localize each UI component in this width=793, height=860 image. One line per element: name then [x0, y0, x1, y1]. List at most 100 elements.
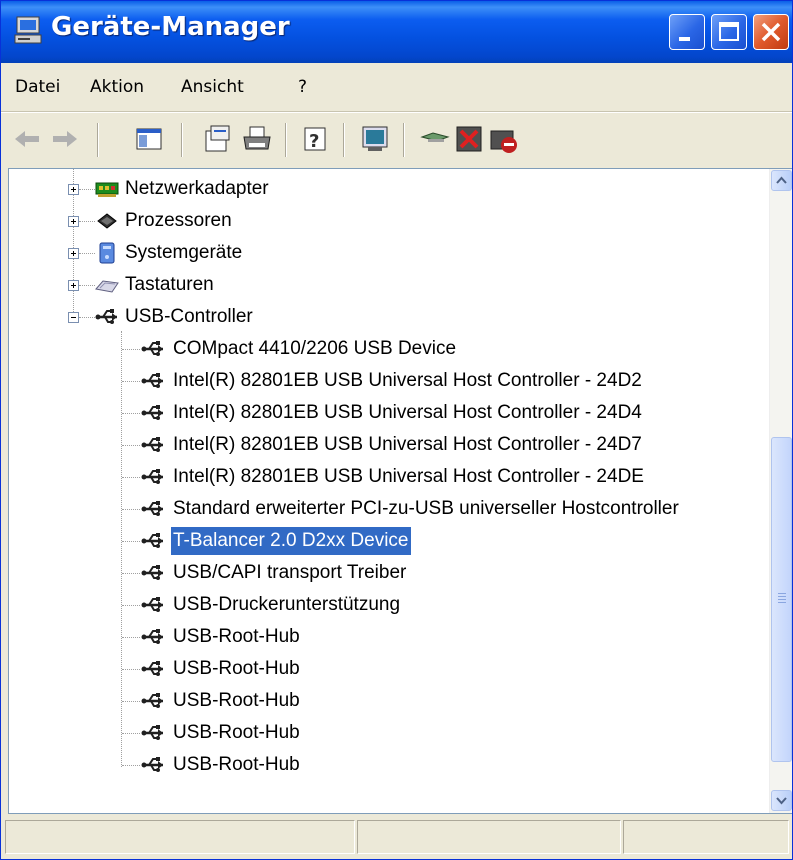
tree-device-label: USB-Druckerunterstützung	[173, 594, 401, 615]
tree-category-label: Tastaturen	[125, 274, 214, 295]
tree-category-prozessoren[interactable]: Prozessoren	[9, 207, 749, 235]
tree-category-label: Prozessoren	[125, 210, 232, 231]
maximize-icon	[719, 22, 739, 41]
status-pane	[623, 820, 789, 854]
tree-device-label: USB-Root-Hub	[173, 722, 300, 743]
toolbar-separator	[97, 123, 99, 157]
usb-icon	[141, 433, 165, 457]
status-pane	[5, 820, 355, 854]
menu-ansicht[interactable]: Ansicht	[181, 77, 244, 97]
scan-hardware-icon[interactable]	[419, 123, 451, 155]
maximize-button[interactable]	[711, 14, 747, 50]
properties-icon[interactable]	[201, 123, 233, 155]
help-icon[interactable]: ?	[299, 123, 331, 155]
minimize-button[interactable]	[669, 14, 705, 50]
usb-icon	[141, 593, 165, 617]
uninstall-icon[interactable]	[453, 123, 485, 155]
keyboard-icon	[95, 273, 119, 297]
expand-toggle-icon[interactable]	[68, 248, 79, 259]
close-icon	[761, 22, 781, 42]
system-devices-icon	[95, 241, 119, 265]
tree-device-label: T-Balancer 2.0 D2xx Device	[171, 527, 411, 555]
tree-device-item[interactable]: USB-Root-Hub	[9, 623, 769, 651]
usb-icon	[141, 625, 165, 649]
toolbar-separator	[181, 123, 183, 157]
tree-device-item[interactable]: Intel(R) 82801EB USB Universal Host Cont…	[9, 463, 769, 491]
tree-category-systemger-te[interactable]: Systemgeräte	[9, 239, 749, 267]
toolbar-separator	[403, 123, 405, 157]
tree-device-label: Intel(R) 82801EB USB Universal Host Cont…	[173, 370, 642, 391]
tree-device-item[interactable]: Intel(R) 82801EB USB Universal Host Cont…	[9, 431, 769, 459]
tree-device-label: USB-Root-Hub	[173, 658, 300, 679]
toolbar-separator	[343, 123, 345, 157]
tree-category-label: Systemgeräte	[125, 242, 243, 263]
network-card-icon	[95, 177, 119, 201]
tree-device-item[interactable]: USB/CAPI transport Treiber	[9, 559, 769, 587]
tree-device-item[interactable]: Intel(R) 82801EB USB Universal Host Cont…	[9, 367, 769, 395]
tree-device-label: COMpact 4410/2206 USB Device	[173, 338, 457, 359]
tree-category-netzwerkadapter[interactable]: Netzwerkadapter	[9, 175, 749, 203]
menu-aktion[interactable]: Aktion	[90, 77, 144, 97]
scroll-down-button[interactable]	[771, 790, 792, 811]
back-arrow-icon[interactable]	[11, 123, 43, 155]
svg-text:?: ?	[309, 131, 319, 152]
usb-icon	[141, 497, 165, 521]
tree-device-item[interactable]: Standard erweiterter PCI-zu-USB universe…	[9, 495, 769, 523]
vertical-scrollbar[interactable]	[769, 169, 792, 813]
tree-device-item[interactable]: COMpact 4410/2206 USB Device	[9, 335, 769, 363]
usb-icon	[141, 689, 165, 713]
scroll-thumb[interactable]	[771, 437, 792, 762]
disable-device-icon[interactable]	[487, 123, 519, 155]
usb-icon	[141, 337, 165, 361]
tree-device-item[interactable]: USB-Root-Hub	[9, 655, 769, 683]
menu-bar: Datei Aktion Ansicht ?	[1, 63, 792, 112]
menu-datei[interactable]: Datei	[15, 77, 60, 97]
expand-toggle-icon[interactable]	[68, 280, 79, 291]
expand-toggle-icon[interactable]	[68, 184, 79, 195]
usb-icon	[141, 721, 165, 745]
tree-category-usb-controller[interactable]: USB-Controller	[9, 303, 749, 331]
tree-category-tastaturen[interactable]: Tastaturen	[9, 271, 749, 299]
usb-icon	[95, 305, 119, 329]
status-bar	[1, 816, 792, 859]
tree-device-label: USB/CAPI transport Treiber	[173, 562, 407, 583]
device-manager-window: Geräte-Manager Datei Aktion Ansicht ? ? …	[0, 0, 793, 860]
collapse-toggle-icon[interactable]	[68, 312, 79, 323]
window-title: Geräte-Manager	[51, 12, 290, 42]
computer-view-icon[interactable]	[359, 123, 391, 155]
tree-device-item[interactable]: USB-Druckerunterstützung	[9, 591, 769, 619]
tree-device-label: USB-Root-Hub	[173, 690, 300, 711]
chevron-up-icon	[776, 176, 787, 184]
tree-device-label: Intel(R) 82801EB USB Universal Host Cont…	[173, 402, 642, 423]
tree-device-label: Intel(R) 82801EB USB Universal Host Cont…	[173, 466, 644, 487]
device-tree[interactable]: Netzwerkadapter Prozessoren Systemgeräte Ta…	[8, 168, 792, 814]
chevron-down-icon	[776, 797, 787, 805]
processor-icon	[95, 209, 119, 233]
minimize-icon	[679, 37, 690, 41]
forward-arrow-icon[interactable]	[49, 123, 81, 155]
title-bar[interactable]: Geräte-Manager	[1, 1, 792, 63]
print-icon[interactable]	[241, 123, 273, 155]
tree-device-label: USB-Root-Hub	[173, 626, 300, 647]
usb-icon	[141, 465, 165, 489]
usb-icon	[141, 529, 165, 553]
show-hide-console-tree-icon[interactable]	[133, 123, 165, 155]
tree-device-item[interactable]: USB-Root-Hub	[9, 687, 769, 715]
usb-icon	[141, 561, 165, 585]
tree-device-item[interactable]: Intel(R) 82801EB USB Universal Host Cont…	[9, 399, 769, 427]
menu-help[interactable]: ?	[298, 77, 307, 97]
tree-device-item[interactable]: USB-Root-Hub	[9, 751, 769, 779]
tree-device-item[interactable]: USB-Root-Hub	[9, 719, 769, 747]
toolbar-separator	[285, 123, 287, 157]
tree-device-item[interactable]: T-Balancer 2.0 D2xx Device	[9, 527, 769, 555]
scroll-up-button[interactable]	[771, 170, 792, 191]
tree-category-label: USB-Controller	[125, 306, 253, 327]
expand-toggle-icon[interactable]	[68, 216, 79, 227]
device-manager-computer-icon	[13, 15, 43, 47]
close-button[interactable]	[753, 14, 789, 50]
usb-icon	[141, 369, 165, 393]
usb-icon	[141, 401, 165, 425]
toolbar: ?	[1, 112, 792, 167]
tree-device-label: Intel(R) 82801EB USB Universal Host Cont…	[173, 434, 642, 455]
status-pane	[357, 820, 621, 854]
